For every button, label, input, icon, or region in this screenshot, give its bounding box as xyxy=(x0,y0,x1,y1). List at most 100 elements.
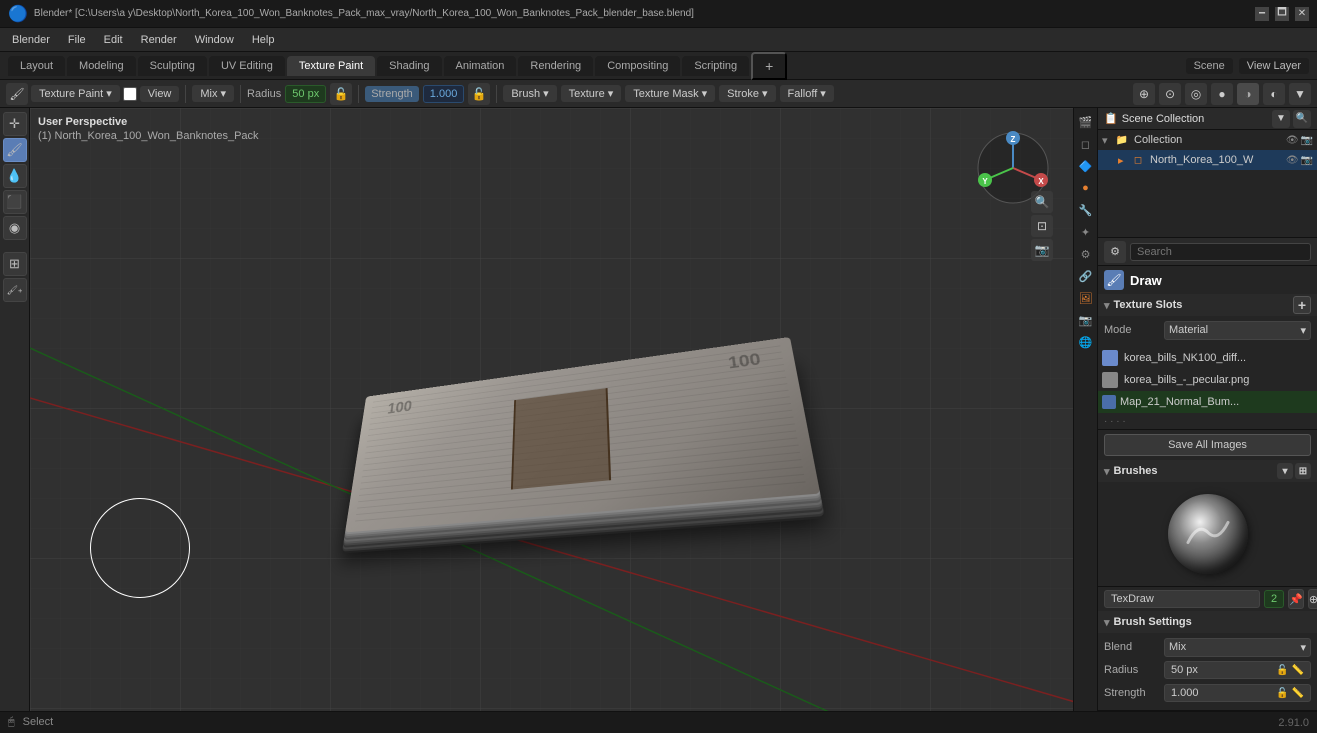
strength-value[interactable]: 1.000 xyxy=(423,85,465,103)
add-slot-button[interactable]: + xyxy=(1293,296,1311,314)
tab-compositing[interactable]: Compositing xyxy=(595,56,680,76)
zoom-fit-button[interactable]: ⊡ xyxy=(1031,215,1053,237)
overlay-toggle[interactable]: ⊙ xyxy=(1159,83,1181,105)
outliner-search[interactable]: 🔍 xyxy=(1293,110,1311,128)
nav-buttons: 🔍 ⊡ 📷 xyxy=(1031,191,1053,261)
tab-layout[interactable]: Layout xyxy=(8,56,65,76)
modifier-icon[interactable]: 🔧 xyxy=(1076,200,1096,220)
mesh-icon[interactable]: 🔷 xyxy=(1076,156,1096,176)
brushes-header[interactable]: ▾ Brushes ▾ ⊞ xyxy=(1098,460,1317,482)
viewport-overlays: ⊕ ⊙ ◎ ● ◑ ◐ ▼ xyxy=(1133,83,1311,105)
tab-shading[interactable]: Shading xyxy=(377,56,441,76)
tab-modeling[interactable]: Modeling xyxy=(67,56,136,76)
object-icon[interactable]: ◻ xyxy=(1076,134,1096,154)
blend-selector[interactable]: Mix ▾ xyxy=(1164,638,1311,657)
brushes-grid-icon[interactable]: ⊞ xyxy=(1295,463,1311,479)
collection-visibility-toggle[interactable]: 👁 xyxy=(1286,135,1299,146)
outliner-header: 📋 Scene Collection ▼ 🔍 xyxy=(1098,108,1317,130)
texture-paint-icon[interactable]: 🖼 xyxy=(1076,288,1096,308)
menu-render[interactable]: Render xyxy=(133,32,185,48)
divider-3 xyxy=(358,85,359,103)
outliner-icon: 📋 xyxy=(1104,112,1118,125)
filter-button[interactable]: ▼ xyxy=(1289,83,1311,105)
outliner-panel: 📋 Scene Collection ▼ 🔍 ▾ 📁 Collection 👁 … xyxy=(1098,108,1317,238)
texture-mask-button[interactable]: Texture Mask ▾ xyxy=(625,85,715,102)
menu-blender[interactable]: Blender xyxy=(4,32,58,48)
svg-text:Y: Y xyxy=(982,177,988,186)
color-tool[interactable]: ⬛ xyxy=(3,190,27,214)
strength-row: Strength 1.000 🔓 📏 xyxy=(1104,683,1311,703)
outliner-collection-row[interactable]: ▾ 📁 Collection 👁 📷 xyxy=(1098,130,1317,150)
3d-viewport[interactable]: 100 100 User Perspective (1) North_Korea… xyxy=(30,108,1073,711)
strength-value-props[interactable]: 1.000 🔓 📏 xyxy=(1164,684,1311,702)
tab-rendering[interactable]: Rendering xyxy=(518,56,593,76)
shading-material[interactable]: ◑ xyxy=(1237,83,1259,105)
texture-slot-2[interactable]: Map_21_Normal_Bum... xyxy=(1098,391,1317,413)
stroke-button[interactable]: Stroke ▾ xyxy=(719,85,775,102)
tab-sculpting[interactable]: Sculpting xyxy=(138,56,207,76)
mix-button[interactable]: Mix ▾ xyxy=(192,85,234,102)
smear-tool[interactable]: ◉ xyxy=(3,216,27,240)
mode-selector[interactable]: Texture Paint ▾ xyxy=(31,85,120,102)
camera-button[interactable]: 📷 xyxy=(1031,239,1053,261)
menu-file[interactable]: File xyxy=(60,32,94,48)
collection-render-toggle[interactable]: 📷 xyxy=(1301,135,1313,146)
tab-uv-editing[interactable]: UV Editing xyxy=(209,56,285,76)
falloff-button[interactable]: Falloff ▾ xyxy=(780,85,834,102)
menu-edit[interactable]: Edit xyxy=(96,32,131,48)
brushes-more-icon[interactable]: ▾ xyxy=(1277,463,1293,479)
shading-rendered[interactable]: ◐ xyxy=(1263,83,1285,105)
navigation-gizmo[interactable]: Z X Y 🔍 ⊡ 📷 xyxy=(973,128,1053,211)
minimize-button[interactable]: 🗕 xyxy=(1255,7,1269,21)
object-render-toggle[interactable]: 📷 xyxy=(1301,155,1313,166)
texture-slot-1[interactable]: korea_bills_-_pecular.png xyxy=(1098,369,1317,391)
radius-lock-icon[interactable]: 🔓 xyxy=(330,83,352,105)
extra-tool[interactable]: 🖌+ xyxy=(3,278,27,302)
gizmo-toggle[interactable]: ⊕ xyxy=(1133,83,1155,105)
zoom-in-button[interactable]: 🔍 xyxy=(1031,191,1053,213)
world-icon[interactable]: 🌐 xyxy=(1076,332,1096,352)
tab-animation[interactable]: Animation xyxy=(444,56,517,76)
material-icon[interactable]: ● xyxy=(1076,178,1096,198)
scene-icon[interactable]: 🎬 xyxy=(1076,112,1096,132)
outliner-filter[interactable]: ▼ xyxy=(1272,110,1290,128)
mode-selector[interactable]: Material ▾ xyxy=(1164,321,1311,340)
menu-window[interactable]: Window xyxy=(187,32,242,48)
tab-texture-paint[interactable]: Texture Paint xyxy=(287,56,375,76)
brush-button[interactable]: Brush ▾ xyxy=(503,85,556,102)
texture-slot-0[interactable]: korea_bills_NK100_diff... xyxy=(1098,347,1317,369)
shading-solid[interactable]: ● xyxy=(1211,83,1233,105)
view-button[interactable]: View xyxy=(140,86,180,102)
brush-pin-button[interactable]: 📌 xyxy=(1288,589,1304,609)
add-workspace-button[interactable]: + xyxy=(751,52,787,80)
paint-tool[interactable]: 🖌 xyxy=(3,138,27,162)
clone-tool[interactable]: ⊞ xyxy=(3,252,27,276)
brush-settings-header[interactable]: ▾ Brush Settings xyxy=(1098,611,1317,633)
fill-tool[interactable]: 💧 xyxy=(3,164,27,188)
render-icon[interactable]: 📷 xyxy=(1076,310,1096,330)
scene-selector[interactable]: Scene xyxy=(1186,58,1233,74)
select-tool[interactable]: ✛ xyxy=(3,112,27,136)
tab-scripting[interactable]: Scripting xyxy=(682,56,749,76)
xray-toggle[interactable]: ◎ xyxy=(1185,83,1207,105)
menu-help[interactable]: Help xyxy=(244,32,283,48)
brush-copy-button[interactable]: ⊕ xyxy=(1308,589,1317,609)
close-button[interactable]: ✕ xyxy=(1295,7,1309,21)
constraints-icon[interactable]: 🔗 xyxy=(1076,266,1096,286)
color-swatch[interactable] xyxy=(123,87,137,101)
texture-slots-header[interactable]: ▾ Texture Slots + xyxy=(1098,294,1317,316)
view-layer-selector[interactable]: View Layer xyxy=(1239,58,1309,74)
strength-lock-icon[interactable]: 🔓 xyxy=(468,83,490,105)
outliner-object-row[interactable]: ▸ ◻ North_Korea_100_W 👁 📷 xyxy=(1098,150,1317,170)
radius-value[interactable]: 50 px xyxy=(285,85,326,103)
save-all-images-button[interactable]: Save All Images xyxy=(1104,434,1311,456)
maximize-button[interactable]: 🗖 xyxy=(1275,7,1289,21)
brush-name-input[interactable] xyxy=(1104,590,1260,608)
particles-icon[interactable]: ✦ xyxy=(1076,222,1096,242)
texture-button[interactable]: Texture ▾ xyxy=(561,85,622,102)
props-settings-icon[interactable]: ⚙ xyxy=(1104,241,1126,263)
physics-icon[interactable]: ⚙ xyxy=(1076,244,1096,264)
properties-search-input[interactable] xyxy=(1130,243,1311,261)
object-visibility-toggle[interactable]: 👁 xyxy=(1286,155,1299,166)
radius-value-props[interactable]: 50 px 🔓 📏 xyxy=(1164,661,1311,679)
